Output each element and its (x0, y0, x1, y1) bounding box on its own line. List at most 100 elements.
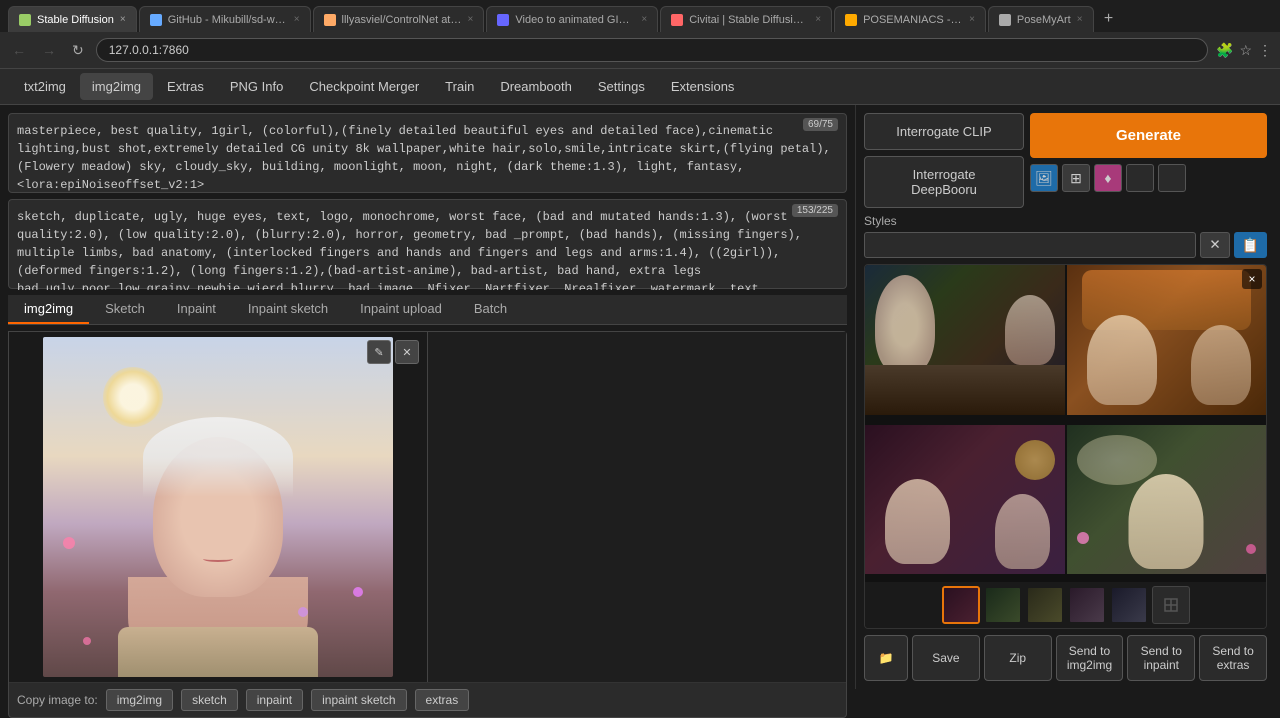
tab-label: POSEMANIACS - Royalty free 3... (863, 14, 963, 26)
tab-close-btn[interactable]: × (641, 14, 647, 25)
tab-batch[interactable]: Batch (458, 295, 523, 324)
output-image-4 (1067, 425, 1267, 575)
interrogate-deepbooru-btn[interactable]: Interrogate DeepBooru (864, 156, 1024, 208)
tab-close-btn[interactable]: × (468, 14, 474, 25)
copy-to-inpaint-btn[interactable]: inpaint (246, 689, 303, 711)
style-icon-pink[interactable]: ♦ (1094, 164, 1122, 192)
tab-close-btn[interactable]: × (1077, 14, 1083, 25)
thumbnail-strip (865, 582, 1266, 628)
styles-clear-btn[interactable]: ✕ (1200, 232, 1229, 258)
img2img-tab-bar: img2img Sketch Inpaint Inpaint sketch In… (8, 295, 847, 325)
output-image-grid (865, 265, 1266, 582)
send-to-img2img-btn[interactable]: Send to img2img (1056, 635, 1124, 681)
tab-close-btn[interactable]: × (294, 14, 300, 25)
bookmark-icon[interactable]: ☆ (1239, 42, 1252, 59)
edit-image-btn[interactable]: ✎ (367, 340, 391, 364)
url-input[interactable]: 127.0.0.1:7860 (96, 38, 1208, 62)
copy-to-inpaint-sketch-btn[interactable]: inpaint sketch (311, 689, 406, 711)
tab-gif[interactable]: Video to animated GIF converter × (486, 6, 658, 32)
nav-checkpoint-merger[interactable]: Checkpoint Merger (297, 73, 431, 100)
generate-button[interactable]: Generate (1030, 113, 1267, 158)
tab-controlnet[interactable]: lllyasviel/ControlNet at main × (313, 6, 485, 32)
left-panel: masterpiece, best quality, 1girl, (color… (0, 105, 855, 689)
send-to-inpaint-btn[interactable]: Send to inpaint (1127, 635, 1195, 681)
nav-dreambooth[interactable]: Dreambooth (488, 73, 584, 100)
tab-inpaint-sketch[interactable]: Inpaint sketch (232, 295, 344, 324)
tab-civitai[interactable]: Civitai | Stable Diffusion models... × (660, 6, 832, 32)
tab-inpaint-upload[interactable]: Inpaint upload (344, 295, 458, 324)
thumb-4[interactable] (1068, 586, 1106, 624)
positive-prompt-input[interactable]: masterpiece, best quality, 1girl, (color… (9, 114, 846, 194)
new-tab-button[interactable]: + (1096, 6, 1122, 32)
source-image-area[interactable]: ✎ ✕ (9, 332, 428, 682)
extensions-icon[interactable]: 🧩 (1216, 42, 1233, 59)
folder-btn[interactable]: 📁 (864, 635, 908, 681)
nav-txt2img[interactable]: txt2img (12, 73, 78, 100)
style-icons-row: 🖼 ⊞ ♦ (1030, 164, 1267, 192)
save-btn[interactable]: Save (912, 635, 980, 681)
tab-label: PoseMyArt (1017, 14, 1071, 26)
send-to-extras-btn[interactable]: Send to extras (1199, 635, 1267, 681)
tab-close-btn[interactable]: × (815, 14, 821, 25)
tab-posemyart[interactable]: PoseMyArt × (988, 6, 1094, 32)
nav-train[interactable]: Train (433, 73, 486, 100)
main-layout: masterpiece, best quality, 1girl, (color… (0, 105, 1280, 689)
copy-to-img2img-btn[interactable]: img2img (106, 689, 173, 711)
tab-label: Civitai | Stable Diffusion models... (689, 14, 809, 26)
img-tools: ✎ ✕ (367, 340, 419, 364)
thumb-2[interactable] (984, 586, 1022, 624)
styles-label: Styles (864, 214, 1267, 228)
nav-extras[interactable]: Extras (155, 73, 216, 100)
tab-bar: Stable Diffusion × GitHub - Mikubill/sd-… (0, 0, 1280, 32)
tab-close-btn[interactable]: × (969, 14, 975, 25)
reload-button[interactable]: ↻ (68, 40, 88, 61)
copy-to-sketch-btn[interactable]: sketch (181, 689, 238, 711)
negative-token-count: 153/225 (792, 204, 838, 217)
style-icon-dark1[interactable] (1126, 164, 1154, 192)
thumb-1[interactable] (942, 586, 980, 624)
interrogate-clip-btn[interactable]: Interrogate CLIP (864, 113, 1024, 150)
copy-to-extras-btn[interactable]: extras (415, 689, 470, 711)
thumb-3[interactable] (1026, 586, 1064, 624)
tab-stable-diffusion[interactable]: Stable Diffusion × (8, 6, 137, 32)
styles-section: Styles ✕ 📋 (864, 214, 1267, 258)
zip-btn[interactable]: Zip (984, 635, 1052, 681)
address-bar: ← → ↻ 127.0.0.1:7860 🧩 ☆ ⋮ (0, 32, 1280, 68)
styles-paste-btn[interactable]: 📋 (1234, 232, 1267, 258)
back-button[interactable]: ← (8, 40, 30, 60)
img-right-area (428, 332, 846, 682)
favicon (845, 14, 857, 26)
thumb-placeholder[interactable] (1152, 586, 1190, 624)
tab-close-btn[interactable]: × (120, 14, 126, 25)
output-close-btn[interactable]: × (1242, 269, 1262, 289)
tab-label: Stable Diffusion (37, 14, 114, 26)
nav-settings[interactable]: Settings (586, 73, 657, 100)
menu-icon[interactable]: ⋮ (1258, 42, 1272, 59)
positive-prompt-container: masterpiece, best quality, 1girl, (color… (8, 113, 847, 193)
copy-to-label: Copy image to: (17, 693, 98, 707)
tab-inpaint[interactable]: Inpaint (161, 295, 232, 324)
nav-extensions[interactable]: Extensions (659, 73, 747, 100)
clear-image-btn[interactable]: ✕ (395, 340, 419, 364)
top-controls: Interrogate CLIP Interrogate DeepBooru G… (864, 113, 1267, 208)
img-upload-panel: ✎ ✕ Copy image to: img2img sketch inpain… (8, 331, 847, 718)
tab-posemaniacs[interactable]: POSEMANIACS - Royalty free 3... × (834, 6, 986, 32)
tab-sketch[interactable]: Sketch (89, 295, 161, 324)
output-image-2 (1067, 265, 1267, 415)
tab-img2img[interactable]: img2img (8, 295, 89, 324)
style-icon-grid[interactable]: ⊞ (1062, 164, 1090, 192)
app-navigation: txt2img img2img Extras PNG Info Checkpoi… (0, 69, 1280, 105)
browser-chrome: Stable Diffusion × GitHub - Mikubill/sd-… (0, 0, 1280, 69)
forward-button[interactable]: → (38, 40, 60, 60)
tab-github[interactable]: GitHub - Mikubill/sd-webui-co... × (139, 6, 311, 32)
styles-input[interactable] (864, 232, 1196, 258)
positive-token-count: 69/75 (803, 118, 838, 131)
thumb-5[interactable] (1110, 586, 1148, 624)
nav-img2img[interactable]: img2img (80, 73, 153, 100)
favicon (999, 14, 1011, 26)
style-icon-dark2[interactable] (1158, 164, 1186, 192)
negative-prompt-input[interactable]: sketch, duplicate, ugly, huge eyes, text… (9, 200, 846, 290)
nav-png-info[interactable]: PNG Info (218, 73, 295, 100)
style-icon-blue[interactable]: 🖼 (1030, 164, 1058, 192)
negative-prompt-container: sketch, duplicate, ugly, huge eyes, text… (8, 199, 847, 289)
